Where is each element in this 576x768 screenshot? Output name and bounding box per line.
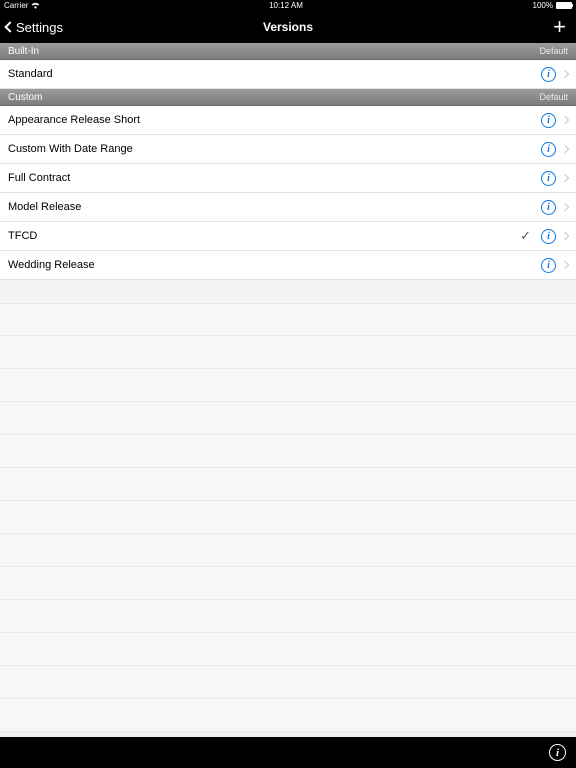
carrier-label: Carrier — [4, 1, 28, 10]
list-item-label: Standard — [8, 68, 541, 80]
chevron-right-icon — [561, 174, 569, 182]
back-button[interactable]: Settings — [6, 20, 63, 35]
empty-row — [0, 303, 576, 336]
empty-rows — [0, 303, 576, 732]
list-item[interactable]: TFCD ✓ i — [0, 222, 576, 251]
list-item[interactable]: Wedding Release i — [0, 251, 576, 280]
chevron-right-icon — [561, 261, 569, 269]
list-item-label: Appearance Release Short — [8, 114, 541, 126]
battery-label: 100% — [533, 1, 553, 10]
list-item-label: Wedding Release — [8, 259, 541, 271]
info-icon[interactable]: i — [541, 113, 556, 128]
info-icon[interactable]: i — [549, 744, 566, 761]
empty-row — [0, 501, 576, 534]
content-area: Built-In Default Standard i Custom Defau… — [0, 43, 576, 737]
info-icon[interactable]: i — [541, 229, 556, 244]
wifi-icon — [31, 2, 39, 9]
section-header-custom: Custom Default — [0, 89, 576, 106]
info-icon[interactable]: i — [541, 142, 556, 157]
empty-row — [0, 567, 576, 600]
list-item[interactable]: Model Release i — [0, 193, 576, 222]
chevron-right-icon — [561, 116, 569, 124]
list-custom: Appearance Release Short i Custom With D… — [0, 106, 576, 280]
list-builtin: Standard i — [0, 60, 576, 89]
list-item[interactable]: Appearance Release Short i — [0, 106, 576, 135]
list-item[interactable]: Standard i — [0, 60, 576, 89]
chevron-right-icon — [561, 203, 569, 211]
empty-row — [0, 534, 576, 567]
status-bar: Carrier 10:12 AM 100% — [0, 0, 576, 11]
empty-row — [0, 435, 576, 468]
bottom-toolbar: i — [0, 737, 576, 768]
empty-row — [0, 666, 576, 699]
add-button[interactable]: + — [549, 16, 570, 38]
checkmark-icon: ✓ — [520, 228, 531, 244]
page-title: Versions — [263, 20, 313, 34]
status-time: 10:12 AM — [269, 1, 303, 10]
info-icon[interactable]: i — [541, 171, 556, 186]
empty-row — [0, 699, 576, 732]
info-icon[interactable]: i — [541, 258, 556, 273]
list-item-label: TFCD — [8, 230, 520, 242]
section-title: Custom — [8, 92, 42, 103]
chevron-left-icon — [4, 21, 15, 32]
chevron-right-icon — [561, 70, 569, 78]
empty-row — [0, 336, 576, 369]
info-icon[interactable]: i — [541, 200, 556, 215]
empty-row — [0, 468, 576, 501]
battery-icon — [556, 2, 572, 9]
back-label: Settings — [16, 20, 63, 35]
nav-bar: Settings Versions + — [0, 11, 576, 43]
empty-row — [0, 600, 576, 633]
info-icon[interactable]: i — [541, 67, 556, 82]
section-right-label: Default — [539, 46, 568, 56]
list-item[interactable]: Custom With Date Range i — [0, 135, 576, 164]
section-header-builtin: Built-In Default — [0, 43, 576, 60]
chevron-right-icon — [561, 145, 569, 153]
chevron-right-icon — [561, 232, 569, 240]
empty-row — [0, 369, 576, 402]
list-item[interactable]: Full Contract i — [0, 164, 576, 193]
list-item-label: Custom With Date Range — [8, 143, 541, 155]
section-title: Built-In — [8, 46, 39, 57]
list-item-label: Full Contract — [8, 172, 541, 184]
empty-row — [0, 402, 576, 435]
section-right-label: Default — [539, 92, 568, 102]
empty-row — [0, 633, 576, 666]
list-item-label: Model Release — [8, 201, 541, 213]
